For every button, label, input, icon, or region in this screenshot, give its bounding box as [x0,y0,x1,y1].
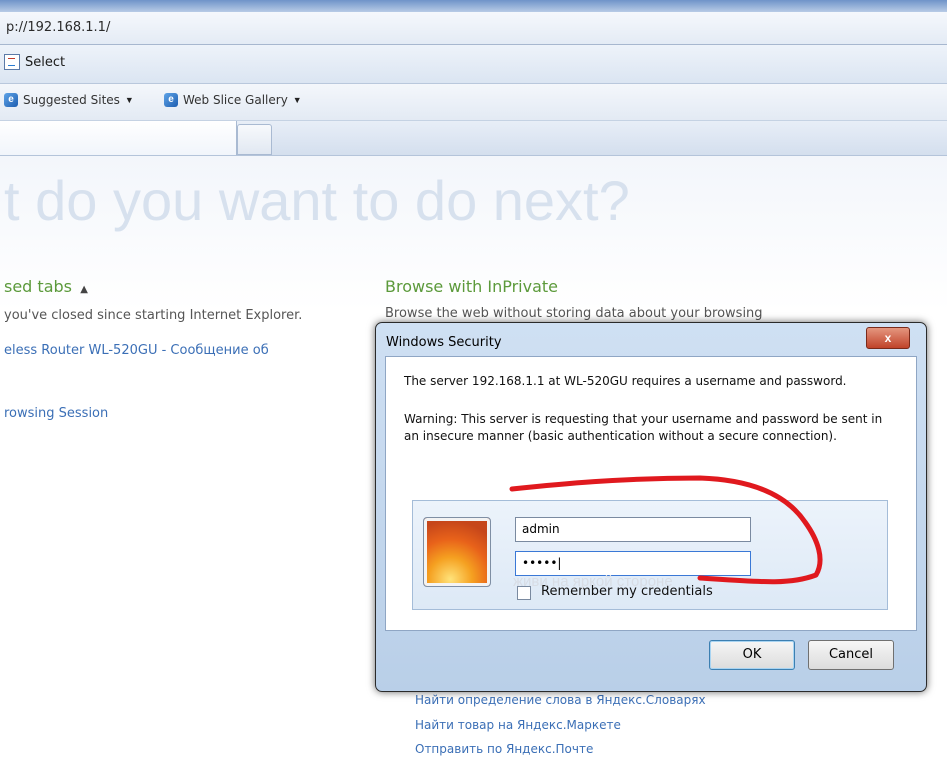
red-annotation-scribble [509,475,823,585]
